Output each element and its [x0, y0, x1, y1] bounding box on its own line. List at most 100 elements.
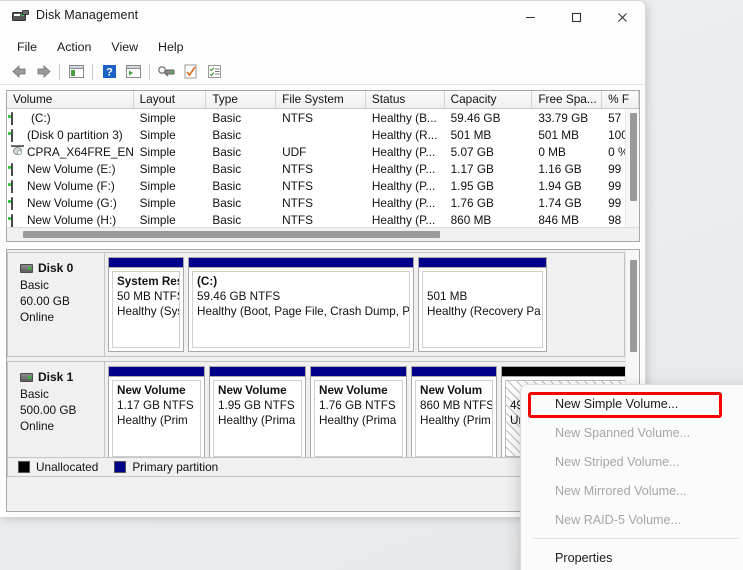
- legend-swatch-unallocated: [18, 461, 30, 473]
- partition-block[interactable]: (C:) 59.46 GB NTFS Healthy (Boot, Page Fil…: [188, 257, 414, 352]
- cell-volume: CPRA_X64FRE_EN-...: [7, 144, 134, 159]
- screen: Disk Management File Action View Help ? …: [0, 0, 743, 570]
- partition-details: New Volume 1.17 GB NTFS Healthy (Prim: [112, 380, 201, 457]
- hdd-icon: [11, 111, 24, 125]
- back-icon[interactable]: [7, 61, 31, 83]
- table-row[interactable]: New Volume (G:) Simple Basic NTFS Healthy (P…: [7, 194, 639, 211]
- partition-details: (C:) 59.46 GB NTFS Healthy (Boot, Page Fil…: [192, 271, 410, 348]
- context-menu-item-new-simple-volume[interactable]: New Simple Volume...: [521, 389, 743, 418]
- show-action-pane-icon[interactable]: [121, 61, 145, 83]
- table-row[interactable]: (Disk 0 partition 3) Simple Basic Healthy (…: [7, 126, 639, 143]
- volume-list-vertical-scrollbar[interactable]: [625, 109, 639, 227]
- menu-action[interactable]: Action: [48, 38, 100, 56]
- table-row[interactable]: New Volume (F:) Simple Basic NTFS Healthy (P…: [7, 177, 639, 194]
- volume-list-rows: (C:) Simple Basic NTFS Healthy (B... 59.46 GB…: [7, 109, 639, 228]
- column-header-capacity[interactable]: Capacity: [444, 91, 533, 108]
- table-row[interactable]: (C:) Simple Basic NTFS Healthy (B... 59.46 GB…: [7, 109, 639, 126]
- column-header-free-space[interactable]: Free Spa...: [532, 91, 603, 108]
- scrollbar-thumb[interactable]: [630, 260, 637, 352]
- properties-icon[interactable]: [178, 61, 202, 83]
- menu-view[interactable]: View: [102, 38, 147, 56]
- cell-status: Healthy (R...: [371, 127, 438, 142]
- partition-size: 50 MB NTFS: [117, 290, 180, 303]
- partition-block[interactable]: New Volume 1.17 GB NTFS Healthy (Prim: [108, 366, 205, 461]
- cell-file-system: NTFS: [282, 195, 313, 210]
- title-bar: Disk Management: [0, 1, 645, 34]
- toolbar-separator: [92, 63, 93, 80]
- minimize-button[interactable]: [507, 1, 553, 33]
- table-row[interactable]: CPRA_X64FRE_EN-... Simple Basic UDF Healthy …: [7, 143, 639, 160]
- cd-drive-icon: [11, 144, 24, 157]
- forward-icon[interactable]: [31, 61, 55, 83]
- context-menu-item-properties[interactable]: Properties: [521, 543, 743, 570]
- close-button[interactable]: [599, 1, 645, 33]
- partition-name: New Volume: [117, 384, 186, 397]
- column-header-percent-free[interactable]: % F: [602, 91, 639, 108]
- partition-status: Healthy (Boot, Page File, Crash Dump, P: [197, 305, 410, 318]
- cell-capacity: 59.46 GB: [450, 110, 501, 125]
- table-row[interactable]: New Volume (E:) Simple Basic NTFS Healthy (P…: [7, 160, 639, 177]
- volume-list-horizontal-scrollbar[interactable]: [7, 227, 639, 241]
- help-icon[interactable]: ?: [97, 61, 121, 83]
- cell-type: Basic: [212, 212, 242, 227]
- partition-block[interactable]: New Volum 860 MB NTFS Healthy (Prim: [411, 366, 497, 461]
- disk-info-disk-1[interactable]: Disk 1 Basic 500.00 GB Online: [7, 361, 105, 466]
- table-row[interactable]: New Volume (H:) Simple Basic NTFS Healthy (P…: [7, 211, 639, 228]
- context-menu-item-new-striped-volume: New Striped Volume...: [555, 454, 680, 469]
- partition-block[interactable]: System Res 50 MB NTFS Healthy (Sys: [108, 257, 184, 352]
- partition-size: 1.17 GB NTFS: [117, 399, 194, 412]
- menu-file[interactable]: File: [8, 38, 46, 56]
- partition-status: Healthy (Prim: [117, 414, 188, 427]
- disk-size: 60.00 GB: [20, 294, 70, 308]
- hdd-icon: [20, 372, 33, 382]
- disk-info-disk-0[interactable]: Disk 0 Basic 60.00 GB Online: [7, 252, 105, 357]
- partition-strip: System Res 50 MB NTFS Healthy (Sys (C:) 59.4…: [105, 252, 625, 357]
- column-header-volume[interactable]: Volume: [7, 91, 134, 108]
- cell-status: Healthy (P...: [371, 144, 436, 159]
- toolbar-separator: [149, 63, 150, 80]
- menu-help[interactable]: Help: [149, 38, 192, 56]
- cell-type: Basic: [212, 195, 242, 210]
- cell-free-space: 1.94 GB: [538, 178, 582, 193]
- volume-list-pane: Volume Layout Type File System Status Ca…: [6, 90, 640, 242]
- cell-status: Healthy (P...: [371, 212, 436, 227]
- cell-type: Basic: [212, 161, 242, 176]
- column-header-file-system[interactable]: File System: [276, 91, 366, 108]
- partition-block[interactable]: 501 MB Healthy (Recovery Pa: [418, 257, 547, 352]
- column-header-status[interactable]: Status: [365, 91, 445, 108]
- cell-layout: Simple: [139, 161, 176, 176]
- scrollbar-thumb[interactable]: [630, 113, 637, 201]
- partition-status: Healthy (Prima: [218, 414, 296, 427]
- cell-layout: Simple: [139, 144, 176, 159]
- legend-label-unallocated: Unallocated: [36, 460, 99, 474]
- show-hide-console-tree-icon[interactable]: [64, 61, 88, 83]
- hdd-icon: [20, 263, 33, 273]
- partition-color-bar: [109, 367, 204, 377]
- column-header-type[interactable]: Type: [206, 91, 277, 108]
- scrollbar-thumb[interactable]: [23, 231, 440, 238]
- rescan-disks-icon[interactable]: [154, 61, 178, 83]
- cell-volume: (C:): [7, 111, 134, 125]
- cell-status: Healthy (P...: [371, 195, 436, 210]
- partition-block[interactable]: New Volume 1.76 GB NTFS Healthy (Prima: [310, 366, 407, 461]
- cell-free-space: 0 MB: [538, 144, 566, 159]
- context-menu-item-new-raid-5-volume: New RAID-5 Volume...: [555, 512, 681, 527]
- cell-capacity: 860 MB: [450, 212, 492, 227]
- cell-file-system: NTFS: [282, 212, 313, 227]
- menu-bar: File Action View Help: [0, 34, 645, 59]
- disk-size: 500.00 GB: [20, 403, 77, 417]
- hdd-icon: [11, 128, 24, 142]
- partition-status: Healthy (Sys: [117, 305, 180, 318]
- disk-row: Disk 0 Basic 60.00 GB Online System Res 50 MB…: [7, 252, 625, 357]
- cell-type: Basic: [212, 144, 242, 159]
- cell-volume: New Volume (G:): [7, 196, 134, 210]
- volume-label: CPRA_X64FRE_EN-...: [27, 144, 134, 159]
- column-header-layout[interactable]: Layout: [133, 91, 207, 108]
- partition-block[interactable]: New Volume 1.95 GB NTFS Healthy (Prima: [209, 366, 306, 461]
- partition-name: New Volume: [319, 384, 388, 397]
- maximize-button[interactable]: [553, 1, 599, 33]
- list-view-icon[interactable]: [202, 61, 226, 83]
- volume-label: (C:): [31, 110, 51, 125]
- menu-separator: [533, 538, 739, 539]
- partition-name: [427, 274, 538, 289]
